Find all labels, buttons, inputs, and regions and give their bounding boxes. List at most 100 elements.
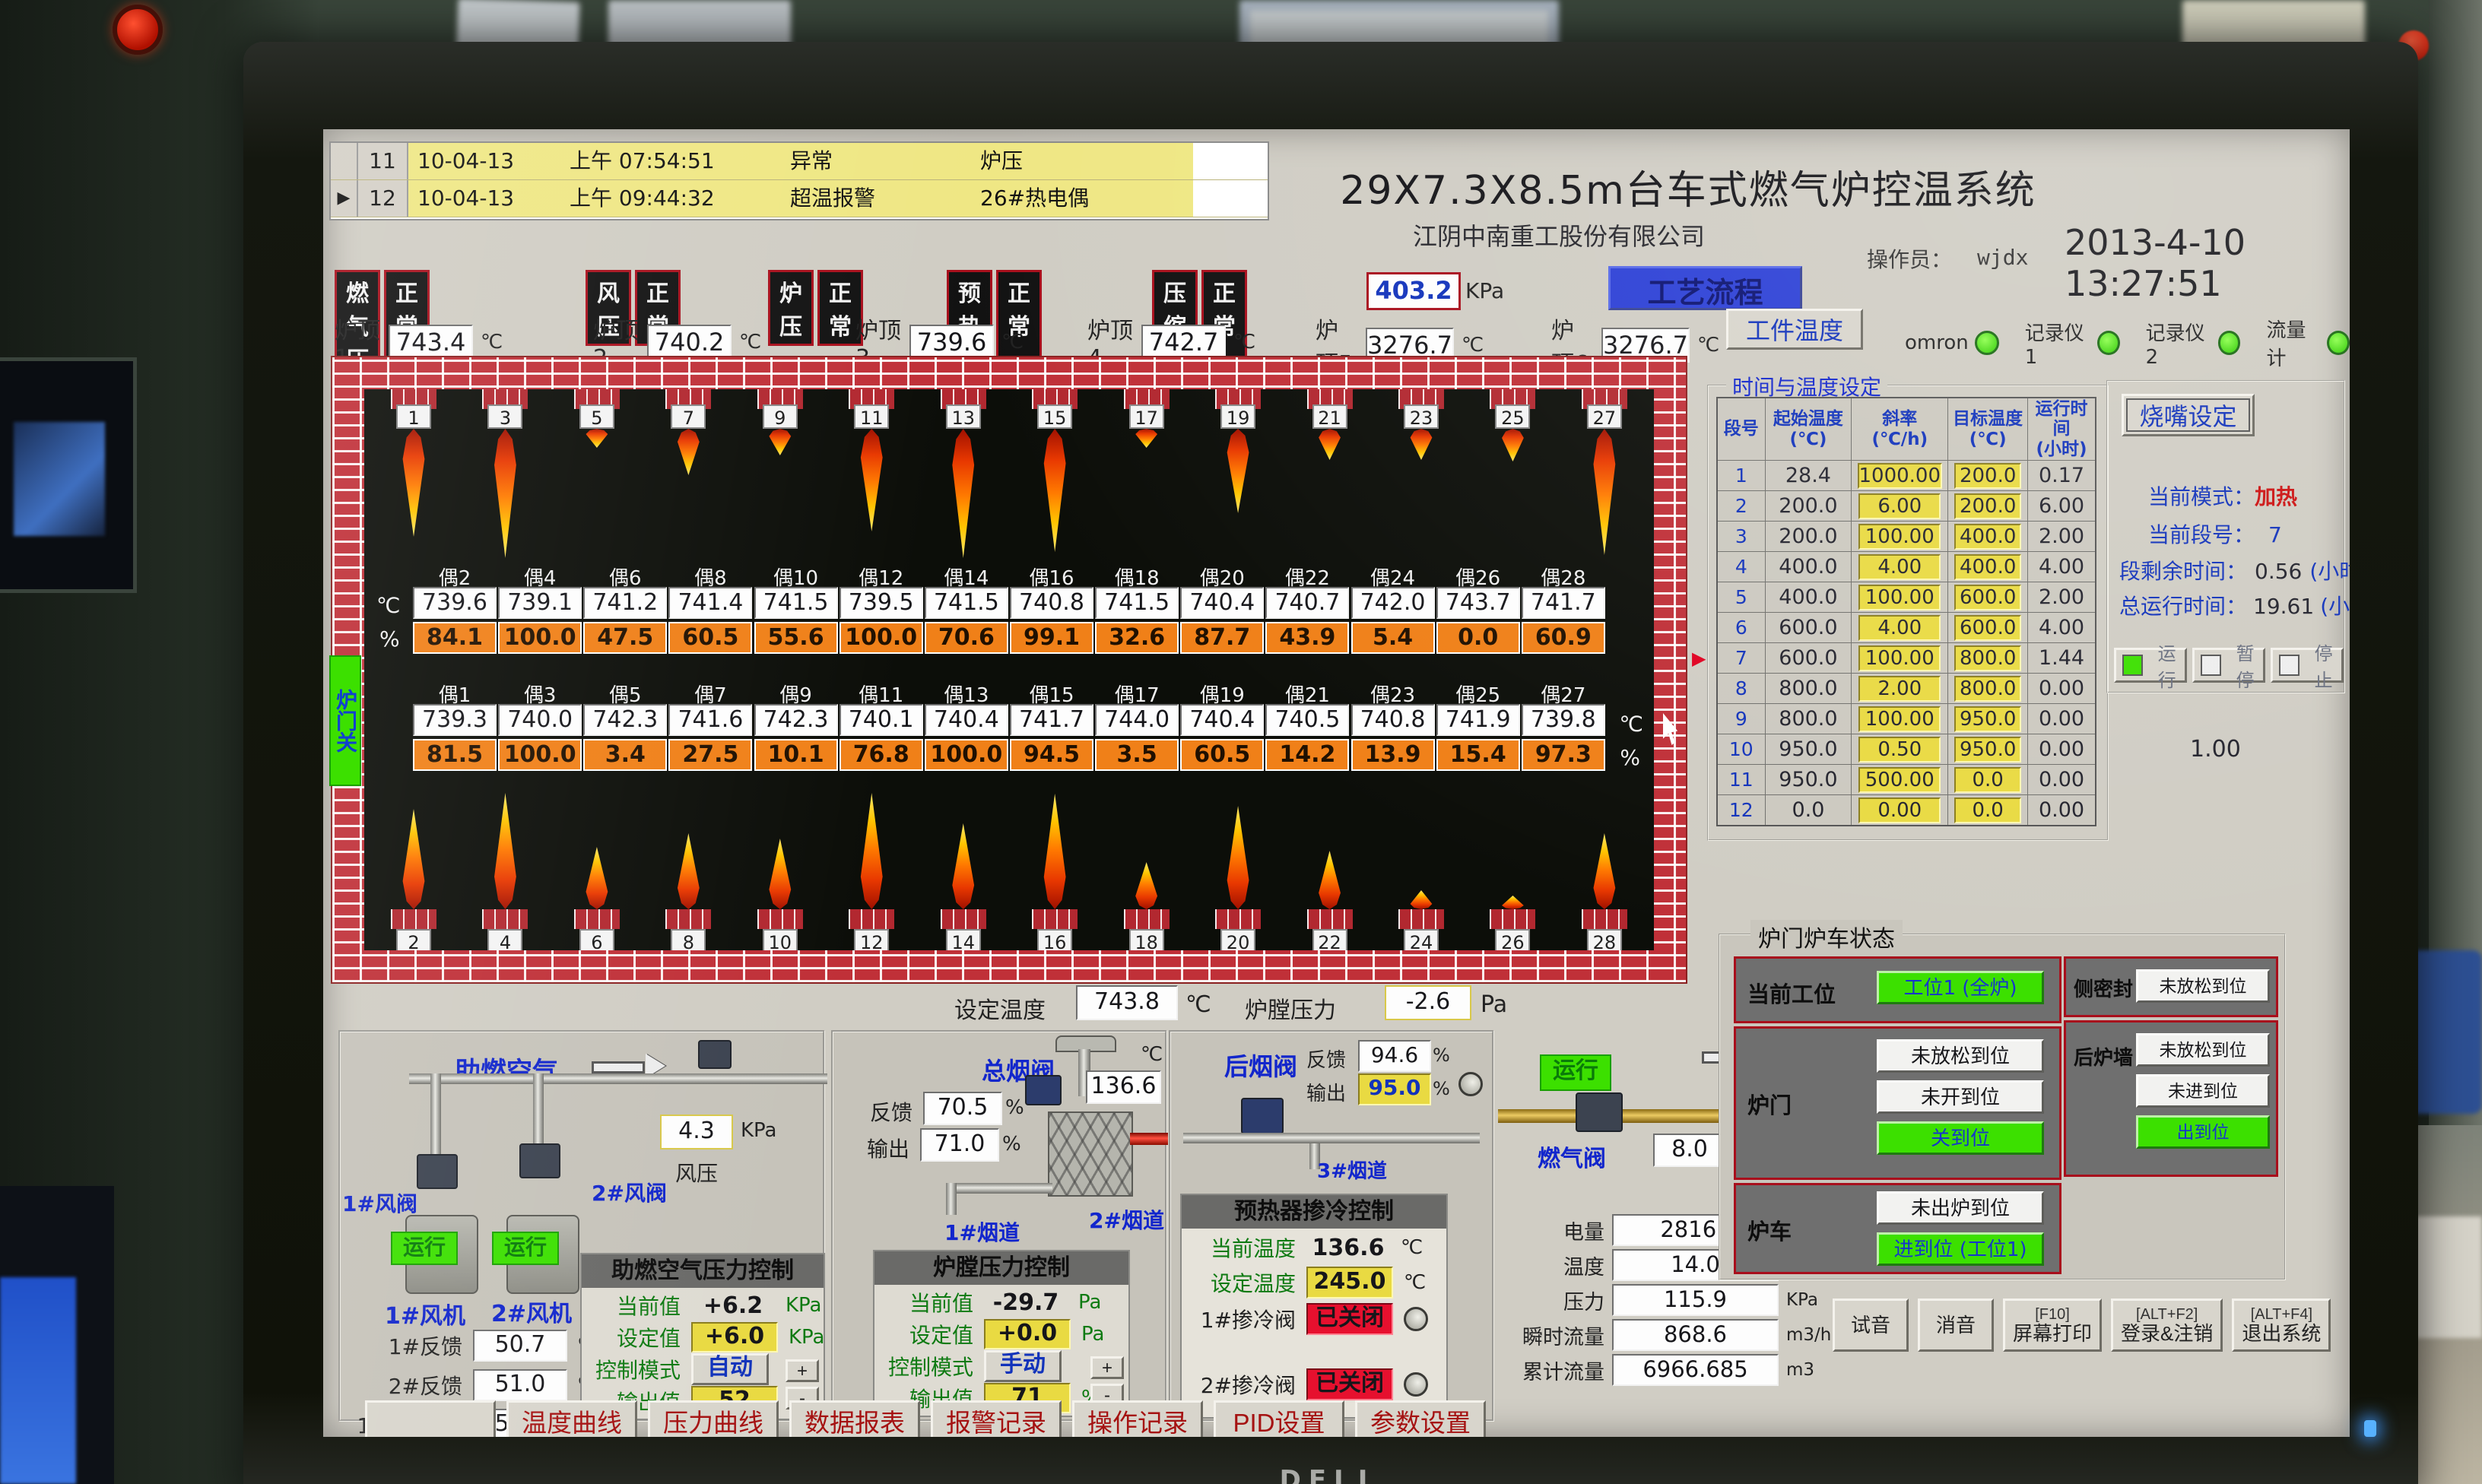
burner: 13 [937, 389, 990, 560]
burner: 14 [937, 787, 990, 950]
alarm-list[interactable]: 11 10-04-13 上午 07:54:51 异常 炉压 12 10-04-1… [329, 141, 1269, 220]
segment-table[interactable]: 段号 起始温度(℃) 斜率(℃/h) 目标温度(℃) 运行时间(小时) ▶1 2… [1716, 397, 2096, 826]
toolbar-button[interactable]: PID设置 [1214, 1400, 1344, 1437]
rear-out-value[interactable]: 95.0 [1358, 1073, 1431, 1105]
segment-target-temp[interactable]: 600.0 [1948, 582, 2028, 613]
thermocouple-label: 偶13 [925, 680, 1008, 704]
segment-row[interactable]: ▶1 28.4 1000.00 200.0 0.17 [1717, 461, 2096, 491]
segment-rate[interactable]: 100.00 [1852, 704, 1948, 734]
alarm-date: 10-04-13 [408, 180, 560, 217]
pause-checkbox[interactable]: 暂停 [2192, 648, 2265, 683]
segment-target-temp[interactable]: 0.0 [1948, 765, 2028, 795]
segment-start-temp: 800.0 [1765, 704, 1852, 734]
segment-row[interactable]: ▶2 200.0 6.00 200.0 6.00 [1717, 491, 2096, 522]
segment-row[interactable]: ▶5 400.0 100.00 600.0 2.00 [1717, 582, 2096, 613]
segment-target-temp[interactable]: 800.0 [1948, 674, 2028, 704]
roof-temp-value: 742.7 [1141, 325, 1226, 360]
segment-target-temp[interactable]: 600.0 [1948, 613, 2028, 643]
alarm-type: 异常 [781, 143, 971, 179]
air-feedback-value: 50.7 [473, 1330, 567, 1362]
segment-row[interactable]: ▶10 950.0 0.50 950.0 0.00 [1717, 734, 2096, 765]
segment-rate[interactable]: 2.00 [1852, 674, 1948, 704]
alarm-row[interactable]: 12 10-04-13 上午 09:44:32 超温报警 26#热电偶 [331, 180, 1268, 217]
status-box: 未开到位 [1877, 1080, 2044, 1114]
flame-icon [1499, 429, 1526, 461]
system-button[interactable]: [ALT+F2] 登录&注销 [2111, 1298, 2223, 1352]
segment-row[interactable]: ▶9 800.0 100.00 950.0 0.00 [1717, 704, 2096, 734]
toolbar-button[interactable] [365, 1400, 496, 1437]
device-ok-icon [2097, 331, 2120, 355]
segment-row[interactable]: ▶6 600.0 4.00 600.0 4.00 [1717, 613, 2096, 643]
toolbar-button[interactable]: 操作记录 [1072, 1400, 1203, 1437]
set-value[interactable]: +6.0 [691, 1322, 778, 1352]
segment-number: ▶8 [1717, 674, 1765, 704]
mode-button[interactable]: 自动 [691, 1353, 769, 1385]
segment-rate[interactable]: 500.00 [1852, 765, 1948, 795]
thermocouple-output: 100.0 [498, 622, 582, 654]
mode-button[interactable]: 手动 [984, 1350, 1062, 1382]
segment-rate[interactable]: 4.00 [1852, 613, 1948, 643]
stop-checkbox[interactable]: 停止 [2271, 648, 2344, 683]
segment-rate[interactable]: 100.00 [1852, 522, 1948, 552]
burner-block [849, 909, 894, 929]
toolbar-button[interactable]: 报警记录 [931, 1400, 1062, 1437]
status-box: 关到位 [1877, 1121, 2044, 1155]
segment-rate[interactable]: 6.00 [1852, 491, 1948, 522]
alarm-row[interactable]: 11 10-04-13 上午 07:54:51 异常 炉压 [331, 143, 1268, 180]
segment-row[interactable]: ▶11 950.0 500.00 0.0 0.00 [1717, 765, 2096, 795]
fan1-label: 1#风机 [385, 1297, 465, 1330]
segment-row[interactable]: ▶12 0.0 0.00 0.0 0.00 [1717, 795, 2096, 826]
set-temp-value[interactable]: 245.0 [1306, 1267, 1393, 1298]
segment-target-temp[interactable]: 950.0 [1948, 734, 2028, 765]
increase-button[interactable]: + [786, 1359, 819, 1382]
system-button-label: 试音 [1851, 1314, 1890, 1336]
run-checkbox[interactable]: 运行 [2114, 648, 2187, 683]
alarm-date: 10-04-13 [408, 143, 560, 179]
segment-target-temp[interactable]: 400.0 [1948, 522, 2028, 552]
segment-start-temp: 600.0 [1765, 643, 1852, 674]
segment-target-temp[interactable]: 0.0 [1948, 795, 2028, 826]
increase-button[interactable]: + [1090, 1356, 1124, 1379]
burner: 15 [1028, 389, 1081, 560]
thermocouple-output: 76.8 [840, 739, 923, 771]
segment-target-temp[interactable]: 200.0 [1948, 491, 2028, 522]
segment-rate[interactable]: 100.00 [1852, 582, 1948, 613]
air-feedback-value: 51.0 [473, 1369, 567, 1401]
burner-number: 14 [946, 929, 981, 950]
segment-target-temp[interactable]: 200.0 [1948, 461, 2028, 491]
system-button[interactable]: 试音 [1833, 1298, 1909, 1352]
toolbar-button[interactable]: 压力曲线 [648, 1400, 779, 1437]
segment-row[interactable]: ▶8 800.0 2.00 800.0 0.00 [1717, 674, 2096, 704]
segment-rate[interactable]: 0.50 [1852, 734, 1948, 765]
segment-rate[interactable]: 1000.00 [1852, 461, 1948, 491]
system-button[interactable]: [ALT+F4] 退出系统 [2232, 1298, 2331, 1352]
segment-row[interactable]: ▶3 200.0 100.00 400.0 2.00 [1717, 522, 2096, 552]
thermocouple-cell: 偶24 742.0 5.4 [1351, 563, 1435, 654]
thermocouple-cell: 偶16 740.8 99.1 [1010, 563, 1093, 654]
segment-target-temp[interactable]: 400.0 [1948, 552, 2028, 582]
segment-rate[interactable]: 4.00 [1852, 552, 1948, 582]
toolbar-button[interactable]: 温度曲线 [506, 1400, 637, 1437]
burner: 8 [662, 787, 715, 950]
flame-icon [1499, 896, 1526, 909]
segment-row[interactable]: ▶4 400.0 4.00 400.0 4.00 [1717, 552, 2096, 582]
thermocouple-output: 84.1 [413, 622, 497, 654]
set-value[interactable]: +0.0 [984, 1319, 1071, 1349]
burner-settings-button[interactable]: 烧嘴设定 [2122, 394, 2255, 436]
system-button[interactable]: 消音 [1918, 1298, 1994, 1352]
segment-target-temp[interactable]: 950.0 [1948, 704, 2028, 734]
thermocouple-row-even: 偶2 739.6 84.1 偶4 739.1 100.0 [364, 563, 1654, 654]
burner-number: 6 [579, 929, 614, 950]
gauge-icon [1404, 1307, 1428, 1331]
toolbar-button[interactable]: 数据报表 [789, 1400, 920, 1437]
toolbar-button[interactable]: 参数设置 [1355, 1400, 1486, 1437]
segment-target-temp[interactable]: 800.0 [1948, 643, 2028, 674]
segment-rate[interactable]: 0.00 [1852, 795, 1948, 826]
alarm-detail: 26#热电偶 [971, 180, 1193, 217]
system-button[interactable]: [F10] 屏幕打印 [2003, 1298, 2102, 1352]
segment-row[interactable]: ▶7 600.0 100.00 800.0 1.44 [1717, 643, 2096, 674]
workpiece-temp-button[interactable]: 工件温度 [1726, 309, 1863, 350]
segment-rate[interactable]: 100.00 [1852, 643, 1948, 674]
process-flow-button[interactable]: 工艺流程 [1608, 266, 1802, 310]
burner-block [574, 909, 620, 929]
